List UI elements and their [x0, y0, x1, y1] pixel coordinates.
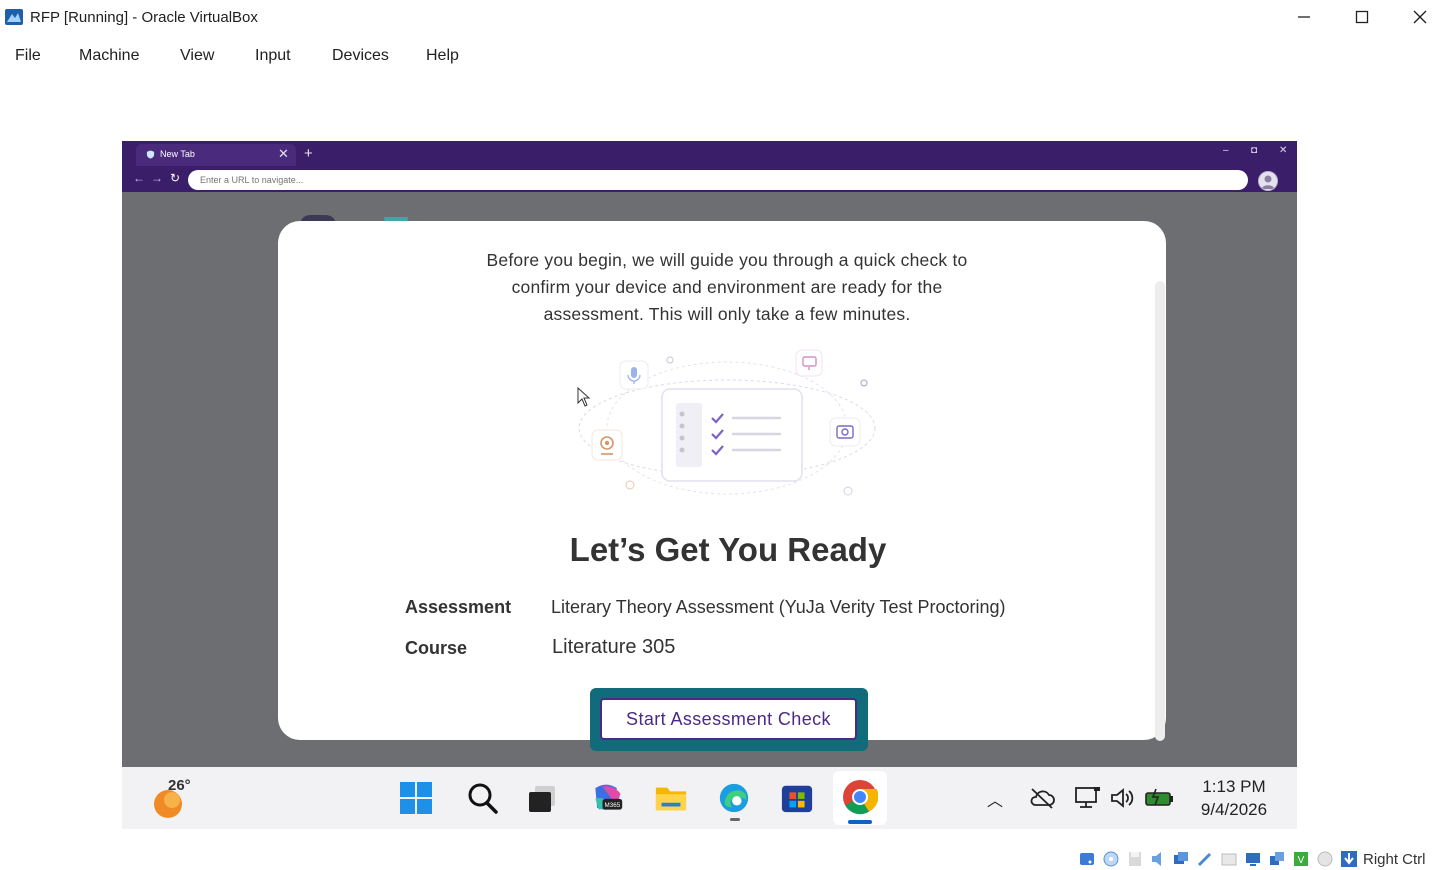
virtualbox-icon: [5, 9, 23, 25]
battery-icon[interactable]: [1144, 787, 1176, 809]
tab-label: New Tab: [160, 149, 195, 159]
close-icon: [1413, 10, 1427, 24]
intro-text: Before you begin, we will guide you thro…: [486, 250, 968, 324]
display-icon[interactable]: [1244, 850, 1262, 868]
maximize-icon: [1355, 10, 1369, 24]
window-titlebar: RFP [Running] - Oracle VirtualBox: [0, 0, 1443, 34]
start-icon: [400, 782, 432, 814]
chrome-button[interactable]: [833, 771, 887, 825]
audio-icon[interactable]: [1150, 850, 1168, 868]
window-title: RFP [Running] - Oracle VirtualBox: [30, 9, 258, 26]
shield-icon: [146, 150, 155, 159]
reload-icon[interactable]: ↻: [170, 171, 180, 185]
course-value: Literature 305: [552, 636, 676, 658]
address-input[interactable]: [200, 170, 1230, 190]
weather-widget[interactable]: 26°: [152, 777, 212, 818]
search-button[interactable]: [465, 781, 499, 815]
clock-date[interactable]: 9/4/2026: [1184, 800, 1284, 820]
minimize-icon: [1298, 16, 1310, 18]
clock-time[interactable]: 1:13 PM: [1184, 777, 1284, 797]
host-key-label: Right Ctrl: [1363, 851, 1426, 868]
floppy-icon[interactable]: [1126, 850, 1144, 868]
browser-chrome: New Tab ✕ + – ◘ ✕ ← → ↻: [122, 141, 1297, 192]
m365-copilot-icon: M365: [595, 784, 623, 810]
file-explorer-icon: [655, 787, 687, 811]
dialog-scrollbar[interactable]: [1155, 281, 1165, 741]
mouse-integration-icon[interactable]: [1316, 850, 1334, 868]
start-assessment-check-button[interactable]: Start Assessment Check: [600, 698, 857, 740]
task-view-button[interactable]: [525, 781, 559, 815]
menu-devices[interactable]: Devices: [332, 47, 389, 65]
task-view-icon: [529, 786, 555, 812]
store-icon: [781, 785, 813, 813]
guest-taskbar: 26° M365 ︿ 1:13 PM 9/4/2026: [122, 767, 1297, 829]
svg-text:V: V: [1298, 855, 1305, 866]
back-icon[interactable]: ←: [133, 171, 145, 185]
usb-icon[interactable]: [1196, 850, 1214, 868]
close-button[interactable]: [1391, 0, 1443, 34]
store-button[interactable]: [780, 781, 814, 815]
cpu-icon[interactable]: V: [1292, 850, 1310, 868]
browser-restore-icon[interactable]: ◘: [1251, 145, 1257, 156]
menu-input[interactable]: Input: [255, 47, 291, 65]
menu-machine[interactable]: Machine: [79, 47, 139, 65]
cloud-off-icon[interactable]: [1029, 787, 1055, 809]
edge-icon: [719, 783, 749, 813]
edge-running-indicator: [730, 818, 740, 821]
assessment-label: Assessment: [405, 597, 512, 617]
dialog-heading: Let’s Get You Ready: [569, 531, 887, 568]
search-icon: [468, 783, 498, 814]
maximize-button[interactable]: [1333, 0, 1391, 34]
keyboard-capture-icon[interactable]: [1340, 850, 1358, 868]
chevron-up-icon[interactable]: ︿: [987, 787, 1003, 811]
minimize-button[interactable]: [1275, 0, 1333, 34]
forward-icon[interactable]: →: [151, 171, 163, 185]
mouse-cursor-icon: [577, 387, 591, 407]
checklist-illustration: [578, 349, 876, 496]
m365-button[interactable]: M365: [590, 781, 624, 815]
volume-icon[interactable]: [1110, 787, 1136, 809]
user-icon: [1261, 175, 1275, 189]
recording-icon[interactable]: [1268, 850, 1286, 868]
tab-new-tab[interactable]: New Tab ✕: [136, 144, 296, 166]
tab-close-icon[interactable]: ✕: [278, 146, 289, 162]
chrome-icon: [843, 780, 878, 815]
new-tab-button[interactable]: +: [304, 145, 313, 162]
guest-screen: New Tab ✕ + – ◘ ✕ ← → ↻ Before you begin…: [122, 141, 1297, 829]
start-button[interactable]: [399, 781, 433, 815]
hard-disk-icon[interactable]: [1078, 850, 1096, 868]
optical-drive-icon[interactable]: [1102, 850, 1120, 868]
weather-temp: 26°: [168, 777, 191, 794]
assessment-value: Literary Theory Assessment (YuJa Verity …: [551, 597, 1006, 617]
browser-close-icon[interactable]: ✕: [1279, 145, 1287, 156]
network-adapter-icon[interactable]: [1172, 850, 1190, 868]
svg-text:M365: M365: [605, 802, 621, 809]
chrome-active-indicator: [848, 820, 872, 824]
network-icon[interactable]: [1074, 785, 1102, 811]
menu-help[interactable]: Help: [426, 47, 459, 65]
shared-folder-icon[interactable]: [1220, 850, 1238, 868]
file-explorer-button[interactable]: [654, 781, 688, 815]
menu-file[interactable]: File: [15, 47, 41, 65]
course-label: Course: [405, 638, 468, 658]
menu-view[interactable]: View: [180, 47, 214, 65]
browser-minimize-icon[interactable]: –: [1223, 145, 1229, 156]
profile-avatar[interactable]: [1258, 171, 1278, 191]
address-bar: [188, 170, 1248, 190]
edge-button[interactable]: [717, 781, 751, 821]
